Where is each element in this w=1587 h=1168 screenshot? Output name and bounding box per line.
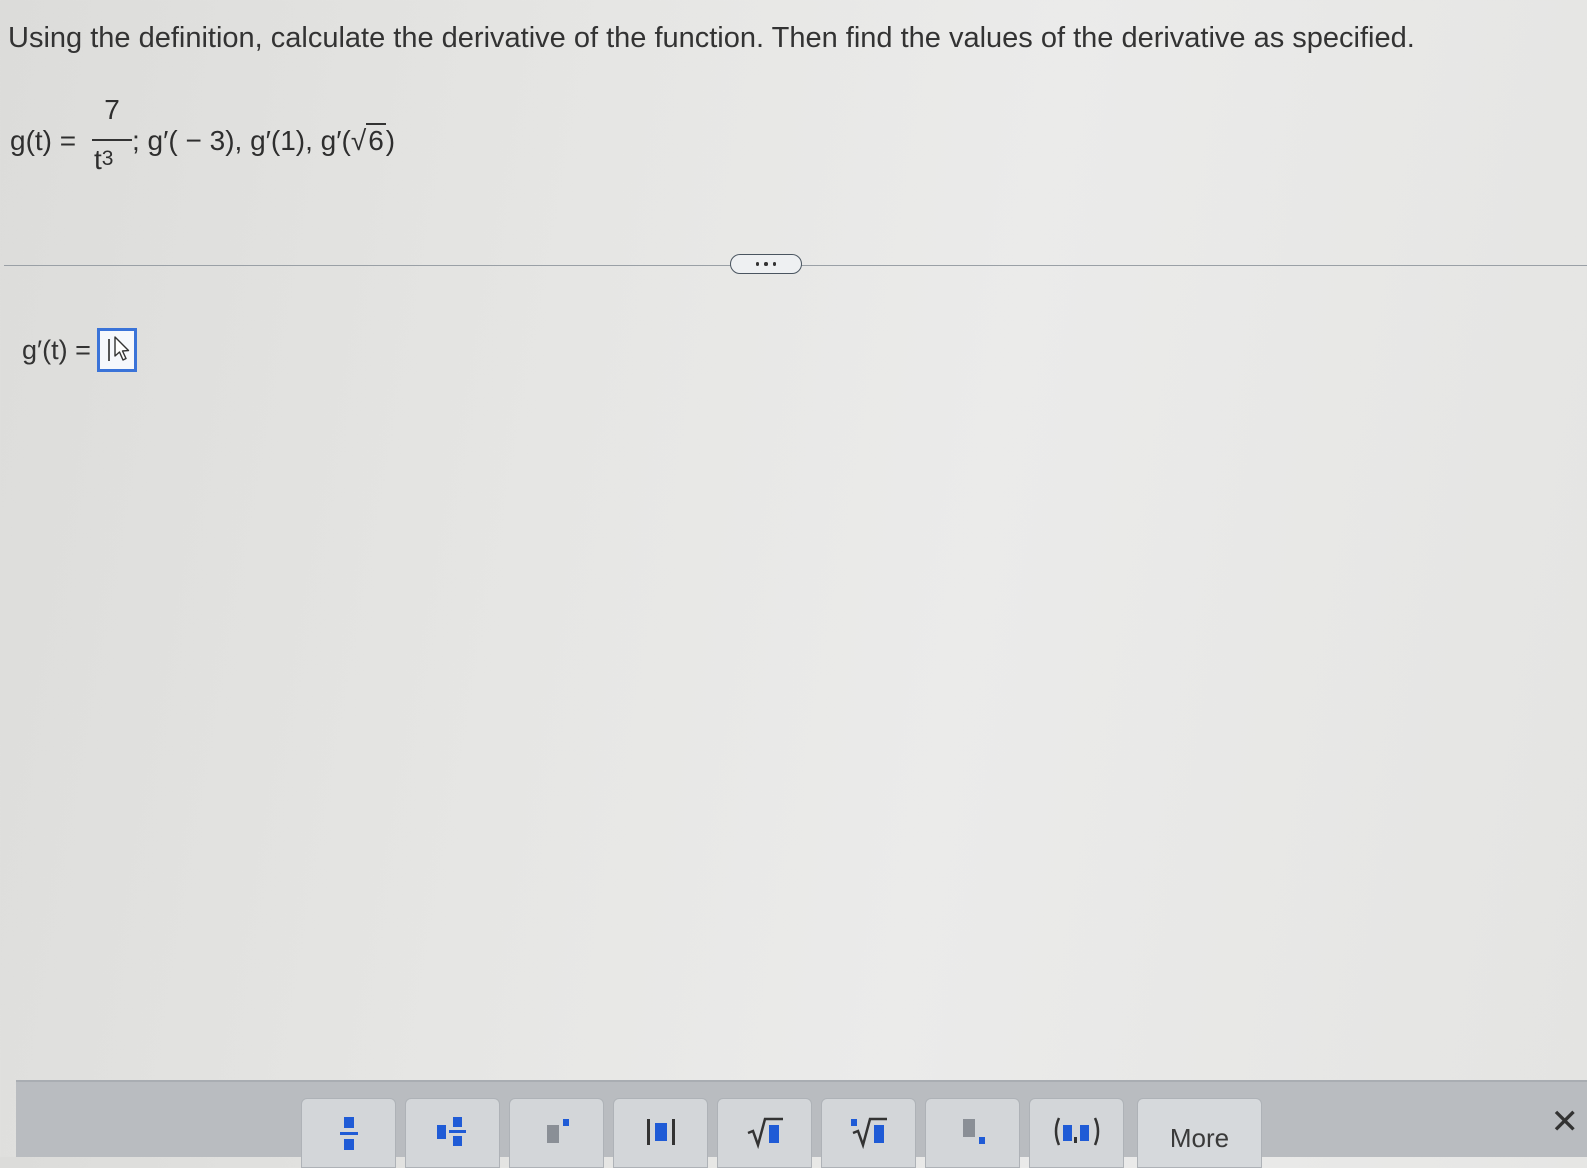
requested-values: ; g′( − 3), g′(1), g′(√6) [132, 123, 396, 157]
question-instruction: Using the definition, calculate the deri… [8, 22, 1415, 54]
square-root-button[interactable] [717, 1098, 812, 1168]
ordered-pair-button[interactable] [1029, 1098, 1124, 1168]
sqrt-expression: √6 [350, 123, 386, 157]
text-caret [107, 339, 110, 361]
expand-toggle-button[interactable] [730, 254, 802, 274]
absolute-value-button[interactable] [613, 1098, 708, 1168]
denominator-exponent: 3 [101, 147, 114, 170]
ellipsis-dot-icon [755, 262, 760, 266]
sqrt-icon: √ [350, 125, 367, 156]
pointer-cursor-icon [114, 336, 130, 361]
ellipsis-dot-icon [764, 262, 768, 266]
answer-row: g′(t) = [22, 328, 137, 372]
fraction-numerator: 7 [104, 94, 120, 125]
mixed-number-icon [436, 1117, 466, 1146]
mixed-number-button[interactable] [405, 1098, 500, 1168]
close-icon[interactable]: ✕ [1551, 1102, 1580, 1142]
fraction-button[interactable] [301, 1098, 396, 1168]
nth-root-icon [850, 1117, 887, 1150]
function-lhs: g(t) = [10, 125, 77, 156]
math-toolbar: More ✕ [16, 1080, 1587, 1168]
exponent-button[interactable] [509, 1098, 604, 1168]
absolute-value-icon [646, 1119, 675, 1145]
subscript-button[interactable] [925, 1098, 1020, 1168]
sqrt-radicand: 6 [366, 123, 386, 156]
nth-root-button[interactable] [821, 1098, 916, 1168]
requested-values-suffix: ) [385, 125, 396, 156]
answer-label: g′(t) = [22, 334, 91, 365]
fraction-bar [92, 139, 132, 141]
fraction-denominator: t3 [94, 144, 113, 176]
exponent-icon [546, 1119, 569, 1143]
square-root-icon [747, 1117, 783, 1150]
subscript-icon [962, 1119, 985, 1144]
ellipsis-dot-icon [772, 262, 777, 266]
fraction-icon [339, 1117, 358, 1150]
answer-input[interactable] [96, 328, 137, 372]
more-button[interactable]: More [1137, 1098, 1262, 1168]
requested-values-prefix: ; g′( − 3), g′(1), g′( [132, 125, 351, 156]
denominator-base: t [94, 144, 102, 175]
function-fraction: 7 t3 [90, 92, 134, 192]
ordered-pair-icon [1054, 1117, 1099, 1146]
